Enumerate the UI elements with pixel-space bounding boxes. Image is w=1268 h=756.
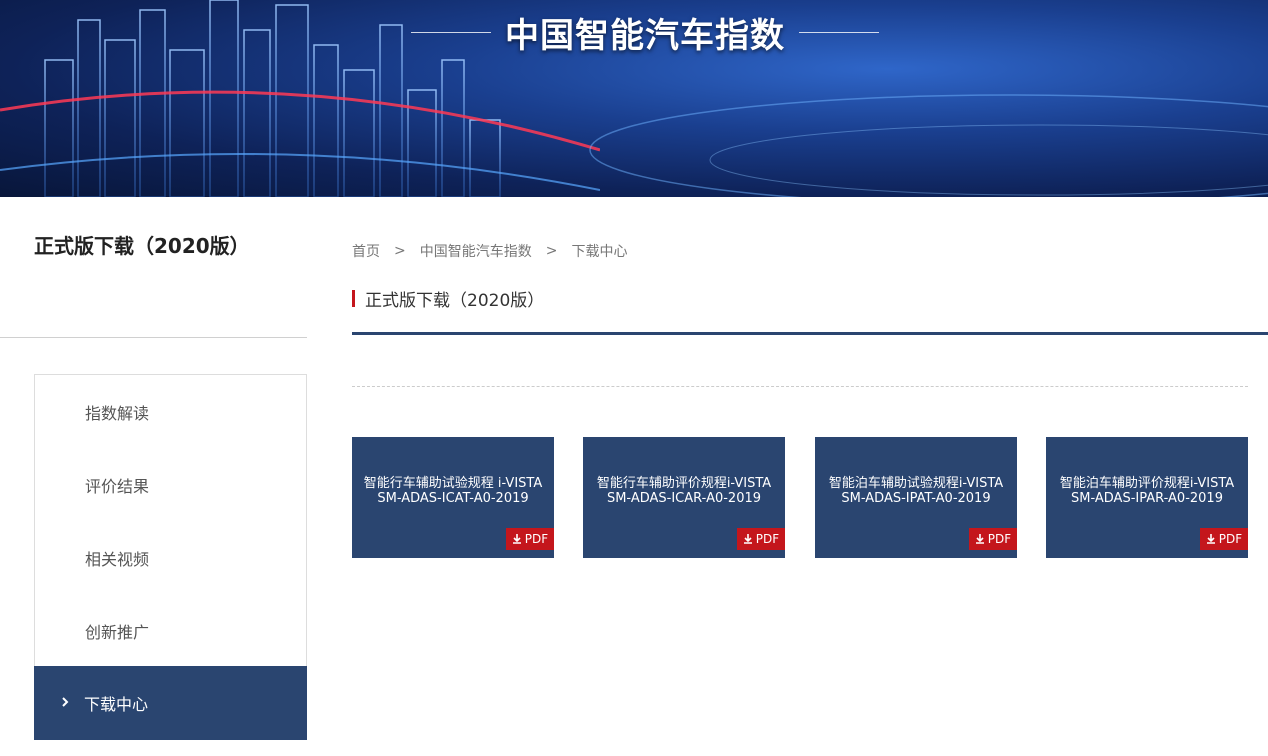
banner-title: 中国智能汽车指数 xyxy=(505,15,785,56)
section-title-underline xyxy=(352,332,1268,335)
sidebar-item-label: 评价结果 xyxy=(85,476,150,496)
document-title-line1: 智能行车辅助试验规程 i-VISTA xyxy=(363,475,543,491)
document-title-line2: SM-ADAS-IPAR-A0-2019 xyxy=(1071,490,1223,506)
pdf-download-button[interactable]: PDF xyxy=(737,528,785,550)
sidebar-item-index-interpretation[interactable]: 指数解读 xyxy=(35,375,306,448)
document-card-ipar[interactable]: 智能泊车辅助评价规程i-VISTA SM-ADAS-IPAR-A0-2019 P… xyxy=(1046,437,1248,558)
sidebar-item-label: 创新推广 xyxy=(85,622,150,642)
pdf-download-button[interactable]: PDF xyxy=(506,528,554,550)
document-title-line1: 智能泊车辅助试验规程i-VISTA xyxy=(828,475,1004,491)
pdf-download-button[interactable]: PDF xyxy=(1200,528,1248,550)
sidebar-item-label: 指数解读 xyxy=(85,403,150,423)
section-title-text: 正式版下载（2020版） xyxy=(365,290,545,311)
sidebar-nav: 指数解读 评价结果 相关视频 创新推广 下载中心 xyxy=(34,374,307,740)
document-title-line1: 智能泊车辅助评价规程i-VISTA xyxy=(1059,475,1235,491)
document-title-line2: SM-ADAS-ICAR-A0-2019 xyxy=(606,490,762,506)
document-title-line2: SM-ADAS-IPAT-A0-2019 xyxy=(841,490,991,506)
breadcrumb-home-link[interactable]: 首页 xyxy=(352,241,380,261)
document-card-ipat[interactable]: 智能泊车辅助试验规程i-VISTA SM-ADAS-IPAT-A0-2019 P… xyxy=(815,437,1017,558)
section-title-accent-bar xyxy=(352,289,355,307)
sidebar-item-download-center[interactable]: 下载中心 xyxy=(34,666,307,740)
dashed-divider xyxy=(352,386,1248,387)
chevron-right-icon xyxy=(60,695,74,711)
download-icon xyxy=(1206,534,1215,544)
download-icon xyxy=(975,534,984,544)
breadcrumb-separator: > xyxy=(545,243,558,259)
breadcrumb-separator: > xyxy=(394,243,406,259)
document-title-line2: SM-ADAS-ICAT-A0-2019 xyxy=(377,490,529,506)
pdf-badge-label: PDF xyxy=(755,531,780,546)
pdf-badge-label: PDF xyxy=(1218,531,1243,546)
download-icon xyxy=(512,534,521,544)
header-banner: 中国智能汽车指数 xyxy=(0,0,1268,197)
sidebar-heading: 正式版下载（2020版） xyxy=(34,234,250,258)
banner-title-group: 中国智能汽车指数 xyxy=(410,10,880,56)
document-card-icar[interactable]: 智能行车辅助评价规程i-VISTA SM-ADAS-ICAR-A0-2019 P… xyxy=(583,437,785,558)
title-right-rule xyxy=(799,31,879,33)
document-title-line1: 智能行车辅助评价规程i-VISTA xyxy=(596,475,772,491)
sidebar-item-evaluation-results[interactable]: 评价结果 xyxy=(35,448,306,521)
sidebar-item-innovation-promotion[interactable]: 创新推广 xyxy=(35,594,306,667)
document-card-icat[interactable]: 智能行车辅助试验规程 i-VISTA SM-ADAS-ICAT-A0-2019 … xyxy=(352,437,554,558)
pdf-badge-label: PDF xyxy=(987,531,1012,546)
pdf-download-button[interactable]: PDF xyxy=(969,528,1017,550)
sidebar-divider xyxy=(0,337,307,338)
title-left-rule xyxy=(411,31,491,33)
breadcrumb: 首页 > 中国智能汽车指数 > 下载中心 xyxy=(352,241,627,261)
sidebar-item-related-videos[interactable]: 相关视频 xyxy=(35,521,306,594)
sidebar-item-label: 相关视频 xyxy=(85,549,150,569)
pdf-badge-label: PDF xyxy=(524,531,549,546)
section-title: 正式版下载（2020版） xyxy=(352,287,545,311)
breadcrumb-download-link[interactable]: 下载中心 xyxy=(571,241,627,261)
breadcrumb-index-link[interactable]: 中国智能汽车指数 xyxy=(420,241,532,261)
download-icon xyxy=(743,534,752,544)
sidebar-item-label: 下载中心 xyxy=(84,695,149,714)
